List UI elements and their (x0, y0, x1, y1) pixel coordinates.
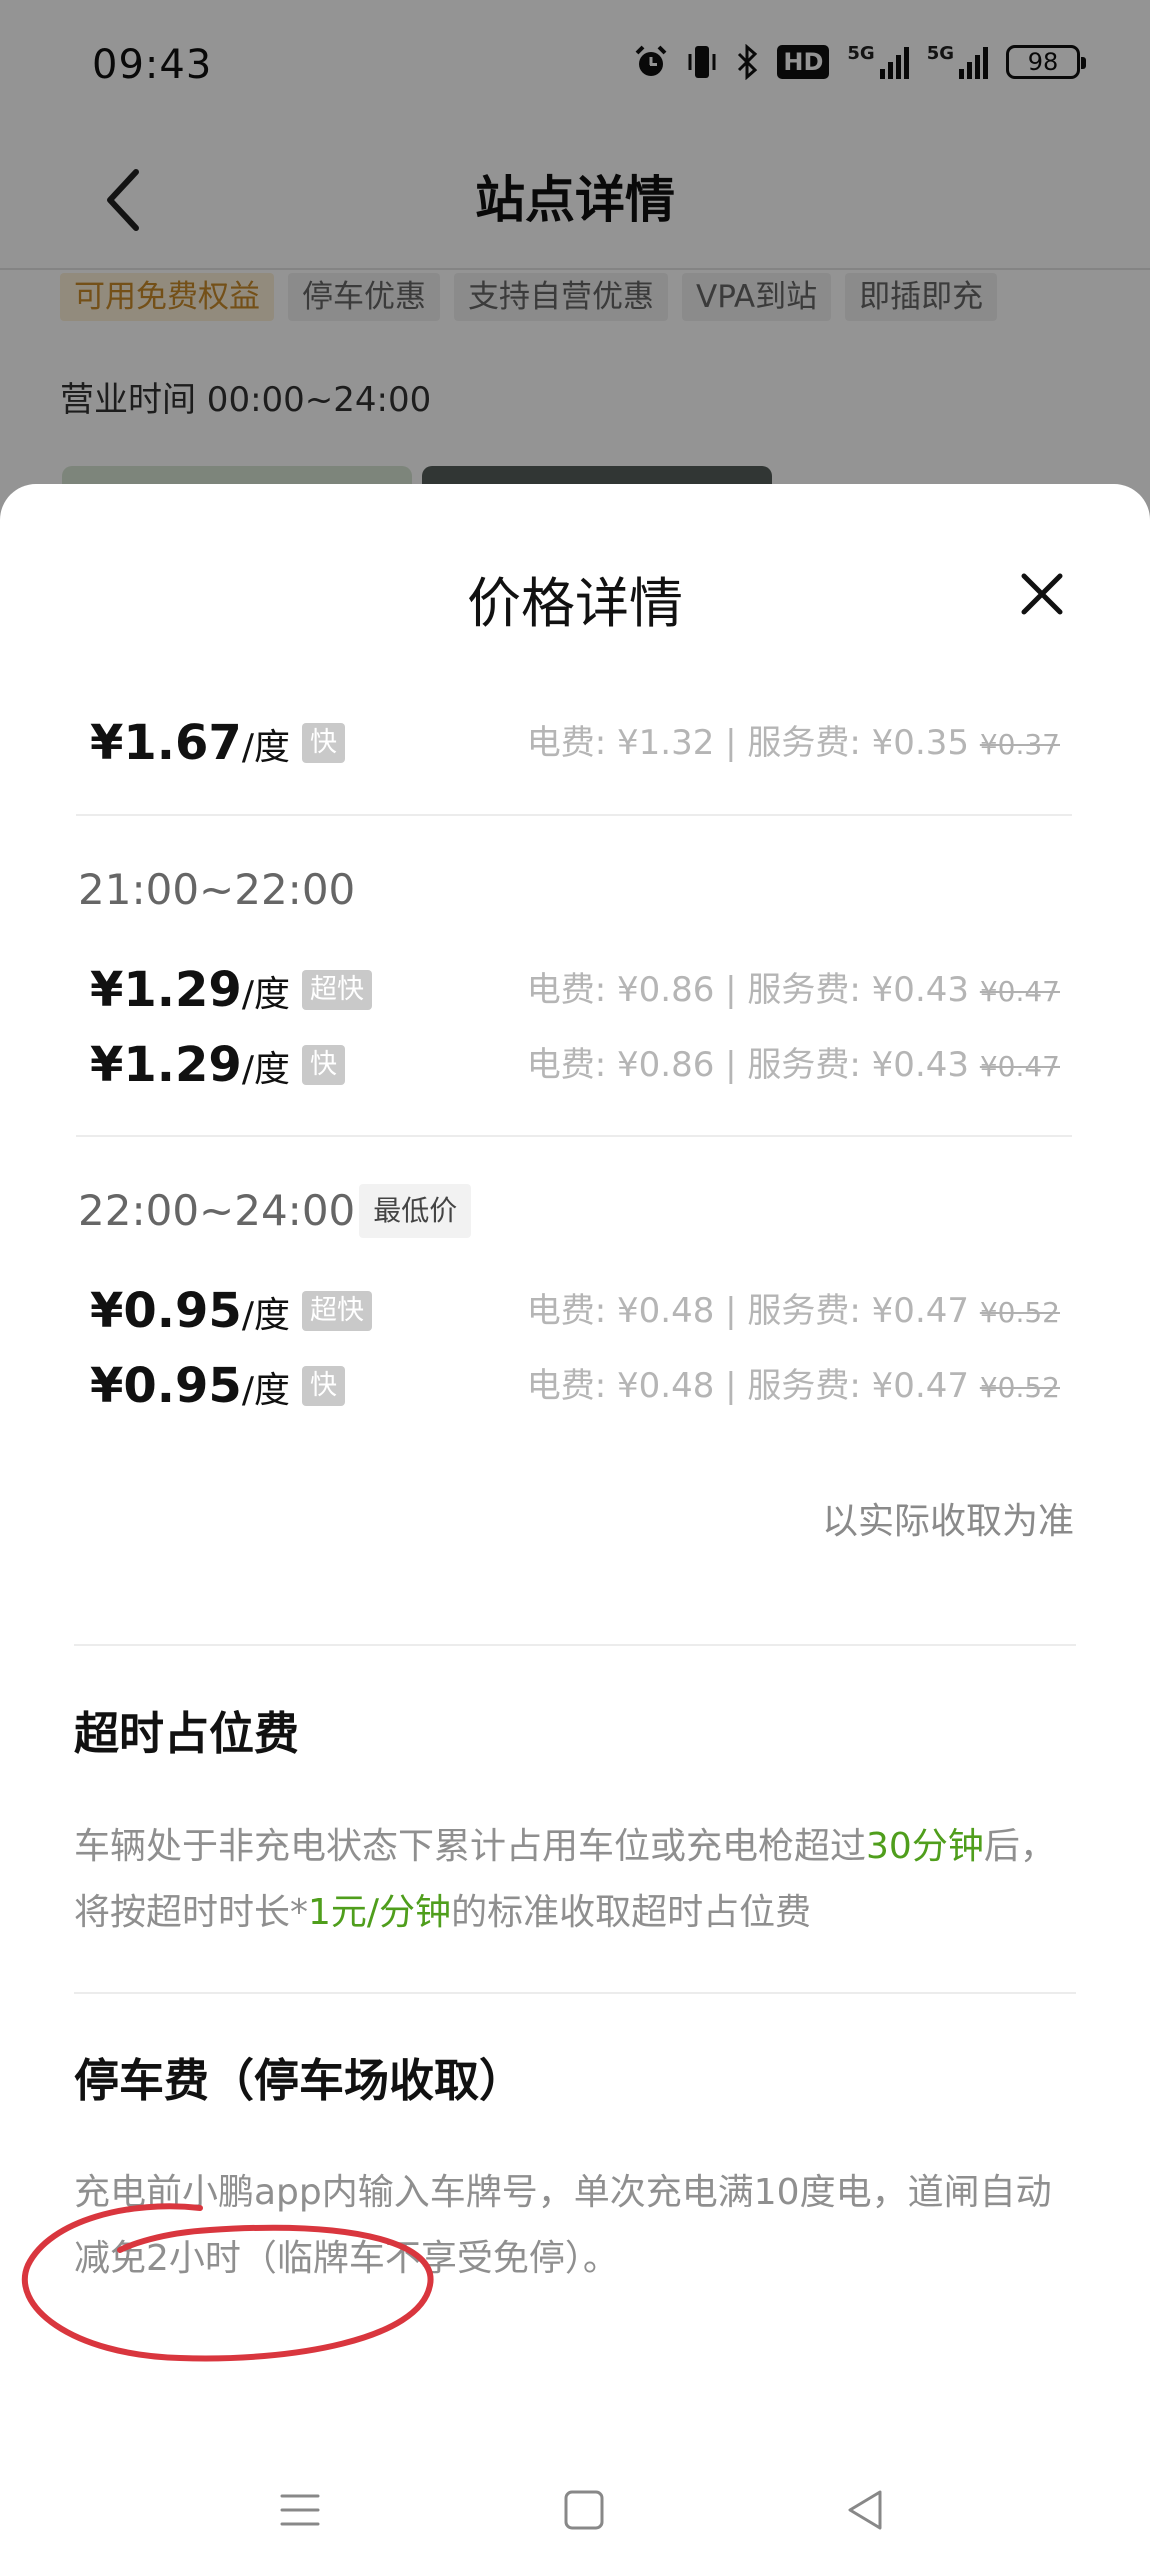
annotation-circle (21, 2203, 434, 2362)
price-amount: ¥0.95 (90, 1283, 242, 1339)
fee-detail: 电费: ¥1.32 | 服务费: ¥0.35 (526, 723, 980, 763)
system-nav-bar (0, 2440, 1150, 2570)
original-service-fee: ¥0.37 (979, 728, 1060, 761)
divider (74, 1644, 1076, 1646)
price-unit: /度 (241, 727, 290, 768)
price-breakdown: 电费: ¥0.86 | 服务费: ¥0.43 ¥0.47 (527, 955, 1060, 1025)
original-service-fee: ¥0.52 (979, 1296, 1060, 1329)
speed-badge: 快 (301, 1366, 345, 1406)
price-breakdown: 电费: ¥0.48 | 服务费: ¥0.47 ¥0.52 (527, 1351, 1060, 1421)
home-square-icon[interactable] (554, 2480, 614, 2540)
divider (74, 1992, 1076, 1994)
price-row: ¥1.67 /度 快 电费: ¥1.32 | 服务费: ¥0.35 ¥0.37 (90, 708, 1060, 778)
period-label: 21:00~22:00 (78, 865, 356, 914)
price-unit: /度 (241, 1295, 290, 1336)
price-amount: ¥1.29 (90, 1037, 242, 1093)
overtime-text: 车辆处于非充电状态下累计占用车位或充电枪超过 (74, 1826, 867, 1867)
divider (76, 1135, 1072, 1137)
sheet-title: 价格详情 (467, 572, 683, 635)
original-service-fee: ¥0.47 (979, 1050, 1060, 1083)
price-unit: /度 (241, 1049, 290, 1090)
fee-detail: 电费: ¥0.48 | 服务费: ¥0.47 (526, 1291, 980, 1331)
price-breakdown: 电费: ¥0.86 | 服务费: ¥0.43 ¥0.47 (527, 1030, 1060, 1100)
speed-badge: 快 (301, 723, 345, 763)
price-row: ¥1.29 /度 快 电费: ¥0.86 | 服务费: ¥0.43 ¥0.47 (90, 1030, 1060, 1100)
close-icon[interactable] (1012, 564, 1072, 624)
parking-fee-title: 停车费（停车场收取） (74, 2054, 525, 2107)
overtime-fee-title: 超时占位费 (74, 1707, 300, 1760)
price-amount: ¥1.67 (90, 715, 242, 771)
price-unit: /度 (241, 1370, 290, 1411)
price-breakdown: 电费: ¥1.32 | 服务费: ¥0.35 ¥0.37 (527, 708, 1060, 778)
time-period: 21:00~22:00 (78, 860, 355, 920)
overtime-fee-text: 车辆处于非充电状态下累计占用车位或充电枪超过30分钟后，将按超时时长*1元/分钟… (74, 1814, 1084, 1946)
lowest-price-badge: 最低价 (359, 1184, 472, 1238)
original-service-fee: ¥0.47 (979, 975, 1060, 1008)
original-service-fee: ¥0.52 (979, 1371, 1060, 1404)
speed-badge: 快 (301, 1045, 345, 1085)
speed-badge: 超快 (301, 970, 372, 1010)
price-row: ¥0.95 /度 超快 电费: ¥0.48 | 服务费: ¥0.47 ¥0.52 (90, 1276, 1060, 1346)
overtime-threshold: 30分钟 (866, 1826, 984, 1867)
period-label: 22:00~24:00 (78, 1186, 356, 1235)
fee-detail: 电费: ¥0.48 | 服务费: ¥0.47 (526, 1366, 980, 1406)
price-row: ¥0.95 /度 快 电费: ¥0.48 | 服务费: ¥0.47 ¥0.52 (90, 1351, 1060, 1421)
speed-badge: 超快 (301, 1291, 372, 1331)
price-breakdown: 电费: ¥0.48 | 服务费: ¥0.47 ¥0.52 (527, 1276, 1060, 1346)
price-amount: ¥0.95 (90, 1358, 242, 1414)
overtime-text: 的标准收取超时占位费 (451, 1892, 812, 1933)
time-period: 22:00~24:00 最低价 (78, 1181, 472, 1241)
divider (76, 814, 1072, 816)
back-triangle-icon[interactable] (836, 2480, 896, 2540)
fee-detail: 电费: ¥0.86 | 服务费: ¥0.43 (526, 1045, 980, 1085)
price-amount: ¥1.29 (90, 962, 242, 1018)
overtime-rate: 1元/分钟 (308, 1892, 452, 1933)
fee-detail: 电费: ¥0.86 | 服务费: ¥0.43 (526, 970, 980, 1010)
price-unit: /度 (241, 974, 290, 1015)
price-disclaimer: 以实际收取为准 (821, 1501, 1074, 1542)
price-row: ¥1.29 /度 超快 电费: ¥0.86 | 服务费: ¥0.43 ¥0.47 (90, 955, 1060, 1025)
menu-icon[interactable] (270, 2480, 330, 2540)
